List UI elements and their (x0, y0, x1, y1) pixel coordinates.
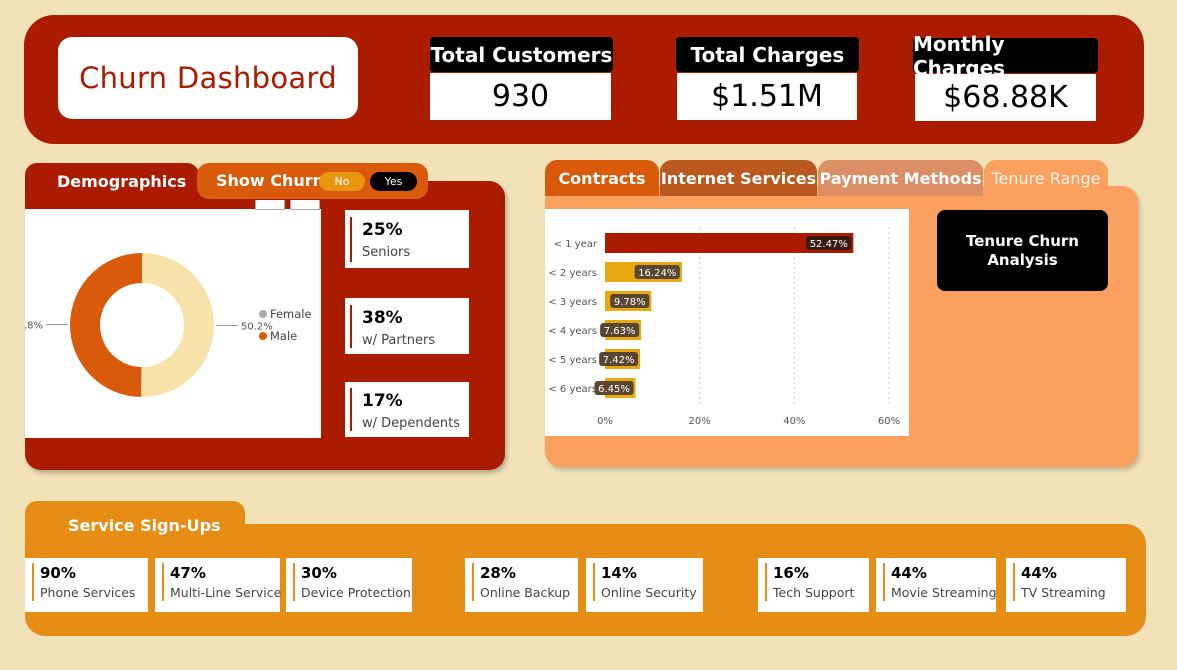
service-card-tech-support: 16% Tech Support (758, 558, 869, 612)
accent-bar (162, 563, 164, 601)
service-value: 47% (170, 564, 206, 582)
stat-value: 38% (362, 308, 403, 328)
stat-card-dependents: 17% w/ Dependents (345, 382, 469, 437)
accent-bar (1013, 563, 1015, 601)
accent-bar (293, 563, 295, 601)
accent-bar (883, 563, 885, 601)
focus-mode-icon[interactable] (255, 200, 285, 210)
service-card-tv-streaming: 44% TV Streaming (1006, 558, 1126, 612)
tab-service-signups-label: Service Sign-Ups (68, 516, 221, 535)
tick-label: 60% (878, 416, 900, 427)
data-label: 9.78% (614, 297, 646, 308)
service-card-phone: 90% Phone Services (25, 558, 148, 612)
legend-marker (259, 332, 267, 340)
data-label: 50.2% (241, 322, 273, 333)
donut-slice-female (141, 253, 215, 397)
category-label: < 4 years (548, 326, 597, 337)
tab-tenure-range[interactable]: Tenure Range (984, 160, 1108, 196)
kpi-value: 930 (430, 73, 611, 120)
tick-label: 20% (689, 416, 711, 427)
accent-bar (765, 563, 767, 601)
stat-label: Seniors (362, 245, 411, 260)
service-card-device-protection: 30% Device Protection (286, 558, 412, 612)
tenure-churn-analysis-box: Tenure Churn Analysis (937, 210, 1108, 291)
kpi-value: $1.51M (677, 73, 857, 120)
kpi-label: Total Customers (430, 37, 613, 72)
service-value: 44% (891, 564, 927, 582)
service-label: Device Protection (301, 585, 411, 600)
legend-marker (259, 310, 267, 318)
tick-label: 0% (597, 416, 613, 427)
category-label: < 1 year (554, 239, 598, 250)
donut-slice-male (70, 253, 142, 397)
kpi-value: $68.88K (915, 74, 1096, 121)
stat-value: 17% (362, 391, 403, 411)
accent-bar (350, 388, 352, 431)
service-value: 16% (773, 564, 809, 582)
service-label: Online Backup (480, 585, 571, 600)
service-label: TV Streaming (1021, 585, 1106, 600)
accent-bar (593, 563, 595, 601)
tick-label: 40% (783, 416, 805, 427)
legend-label: Female (270, 307, 312, 321)
service-card-online-security: 14% Online Security (586, 558, 703, 612)
show-churn-label: Show Churn (216, 171, 325, 190)
service-value: 14% (601, 564, 637, 582)
gender-donut-card: 50.2% 49.8% Female Male (25, 209, 321, 438)
tab-demographics-label: Demographics (57, 172, 187, 191)
tab-internet-services[interactable]: Internet Services (660, 160, 817, 196)
category-label: < 3 years (548, 297, 597, 308)
service-card-movie-streaming: 44% Movie Streaming (876, 558, 997, 612)
data-label: 49.8% (25, 320, 43, 331)
toggle-yes-button[interactable]: Yes (370, 172, 417, 191)
service-label: Multi-Line Service (170, 585, 282, 600)
service-value: 90% (40, 564, 76, 582)
data-label: 6.45% (598, 384, 630, 395)
more-options-icon[interactable] (290, 200, 320, 210)
category-label: < 6 years (548, 384, 597, 395)
service-label: Tech Support (773, 585, 855, 600)
title-card: Churn Dashboard (58, 37, 358, 119)
service-label: Movie Streaming (891, 585, 997, 600)
service-value: 30% (301, 564, 337, 582)
data-label: 7.42% (603, 355, 635, 366)
tenure-title-line1: Tenure Churn (965, 231, 1079, 250)
tab-contracts[interactable]: Contracts (545, 160, 659, 196)
legend-label: Male (270, 329, 297, 343)
accent-bar (472, 563, 474, 601)
stat-card-partners: 38% w/ Partners (345, 298, 469, 354)
data-label: 52.47% (810, 239, 848, 250)
stat-label: w/ Partners (362, 333, 436, 348)
service-value: 44% (1021, 564, 1057, 582)
service-label: Online Security (601, 585, 697, 600)
data-label: 7.63% (604, 326, 636, 337)
stat-card-seniors: 25% Seniors (345, 210, 469, 268)
data-label: 16.24% (638, 268, 676, 279)
category-label: < 2 years (548, 268, 597, 279)
tenure-bar-card: 0% 20% 40% 60% < 1 year 52.47% < 2 years 16.24… (545, 209, 909, 436)
service-card-online-backup: 28% Online Backup (465, 558, 578, 612)
tenure-title-line2: Analysis (987, 250, 1058, 269)
toggle-no-button[interactable]: No (319, 172, 365, 191)
tenure-bar-chart: 0% 20% 40% 60% < 1 year 52.47% < 2 years 16.24… (548, 227, 900, 427)
category-label: < 5 years (548, 355, 597, 366)
stat-value: 25% (362, 220, 403, 240)
dashboard-title: Churn Dashboard (79, 61, 337, 95)
accent-bar (350, 305, 352, 348)
service-value: 28% (480, 564, 516, 582)
service-label: Phone Services (40, 585, 136, 600)
gender-donut-chart: 50.2% 49.8% Female Male (25, 253, 312, 397)
accent-bar (32, 563, 34, 601)
kpi-label: Total Charges (676, 37, 859, 72)
stat-label: w/ Dependents (362, 416, 461, 431)
accent-bar (350, 217, 352, 262)
kpi-label: Monthly Charges (913, 32, 1098, 80)
service-card-multiline: 47% Multi-Line Service (155, 558, 282, 612)
tab-payment-methods[interactable]: Payment Methods (818, 160, 983, 196)
